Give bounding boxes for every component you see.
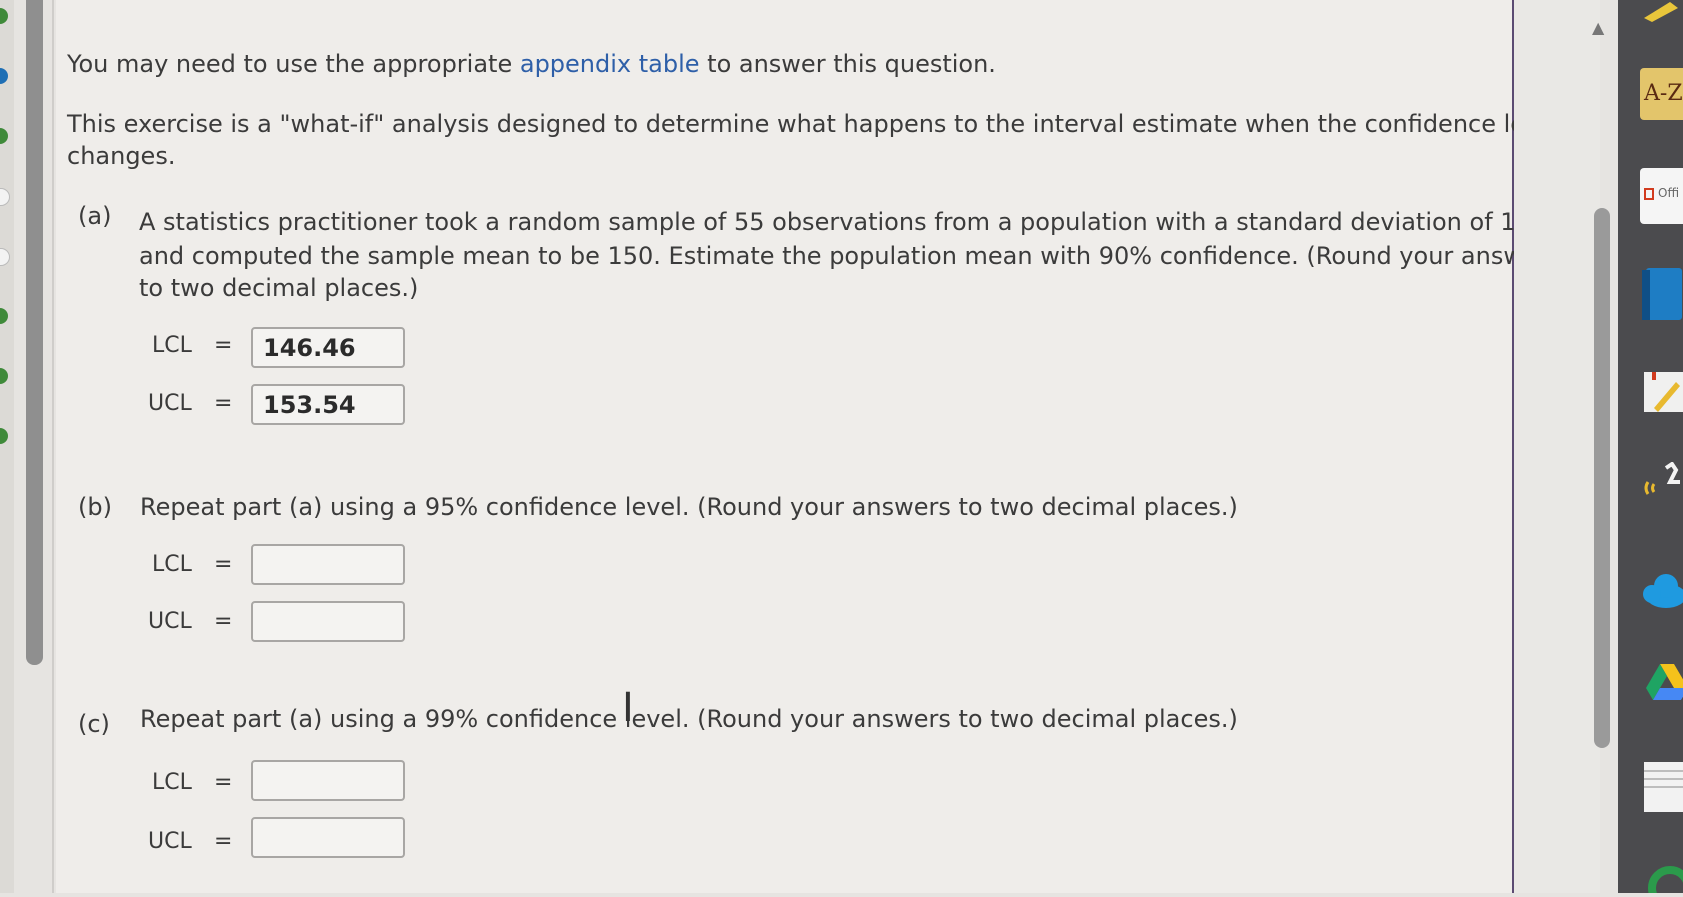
book-app-icon[interactable] <box>1640 266 1683 322</box>
part-c-ucl-label: UCL <box>148 829 192 854</box>
part-a-label: (a) <box>78 202 112 230</box>
appendix-table-link[interactable]: appendix table <box>520 50 700 78</box>
part-a-text-line-3: to two decimal places.) <box>139 274 419 302</box>
part-c-lcl-equals: = <box>214 770 233 795</box>
part-a-ucl-label: UCL <box>148 391 192 416</box>
part-c-lcl-label: LCL <box>152 770 192 795</box>
part-b-lcl-input[interactable] <box>251 544 405 585</box>
part-b-label: (b) <box>78 493 112 521</box>
part-b-lcl-equals: = <box>214 552 233 577</box>
dictionary-label: A-Z <box>1644 81 1683 106</box>
part-b-ucl-input[interactable] <box>251 601 405 642</box>
intro-line-1: You may need to use the appropriate appe… <box>67 48 996 81</box>
part-a-ucl-equals: = <box>214 391 233 416</box>
part-b-text-line-1: Repeat part (a) using a 95% confidence l… <box>140 493 1238 521</box>
part-c-lcl-input[interactable] <box>251 760 405 801</box>
scrollbar-track <box>1514 0 1600 893</box>
intro-text: to answer this question. <box>699 50 996 78</box>
part-c-label: (c) <box>78 710 110 738</box>
intro-line-2: This exercise is a "what-if" analysis de… <box>67 110 1561 138</box>
part-c-ucl-equals: = <box>214 829 233 854</box>
part-c-ucl-input[interactable] <box>251 817 405 858</box>
intro-line-3: changes. <box>67 142 176 170</box>
cloud-icon <box>1643 574 1683 608</box>
document-app-icon[interactable] <box>1640 760 1683 814</box>
notes-app-icon[interactable] <box>1640 368 1683 414</box>
drive-app-icon[interactable] <box>1640 660 1683 712</box>
scrollbar-thumb[interactable] <box>1594 208 1610 748</box>
drive-icon <box>1646 664 1683 700</box>
circle-app-icon <box>1648 866 1683 897</box>
left-scrollbar[interactable] <box>26 0 43 665</box>
part-c-text-line-1: Repeat part (a) using a 99% confidence l… <box>140 705 1238 733</box>
broadcast-icon <box>1644 461 1680 495</box>
part-a-ucl-input[interactable] <box>251 384 405 425</box>
scroll-up-arrow-icon[interactable]: ▲ <box>1592 20 1604 36</box>
cloud-app-icon[interactable] <box>1640 568 1683 614</box>
office-logo-icon <box>1644 188 1654 200</box>
office-label: Offi <box>1658 186 1680 200</box>
divider <box>52 0 54 893</box>
text-cursor-icon: I <box>622 685 634 731</box>
part-a-lcl-input[interactable] <box>251 327 405 368</box>
part-a-lcl-label: LCL <box>152 333 192 358</box>
part-a-text-line-2: and computed the sample mean to be 150. … <box>139 242 1561 270</box>
dictionary-app-icon[interactable]: A-Z <box>1640 68 1683 120</box>
part-b-ucl-label: UCL <box>148 609 192 634</box>
book-icon <box>1642 268 1682 320</box>
wireless-app-icon[interactable] <box>1640 461 1683 508</box>
intro-text: You may need to use the appropriate <box>67 50 520 78</box>
green-app-icon[interactable] <box>1640 862 1683 897</box>
part-a-lcl-equals: = <box>214 333 233 358</box>
part-b-lcl-label: LCL <box>152 552 192 577</box>
dock-app-icon[interactable] <box>1640 0 1683 22</box>
notes-icon <box>1644 372 1683 412</box>
office-app-icon[interactable]: Offi <box>1640 168 1683 224</box>
part-a-text-line-1: A statistics practitioner took a random … <box>139 208 1531 236</box>
part-b-ucl-equals: = <box>214 609 233 634</box>
pen-icon <box>1644 2 1678 22</box>
document-icon <box>1644 762 1683 812</box>
